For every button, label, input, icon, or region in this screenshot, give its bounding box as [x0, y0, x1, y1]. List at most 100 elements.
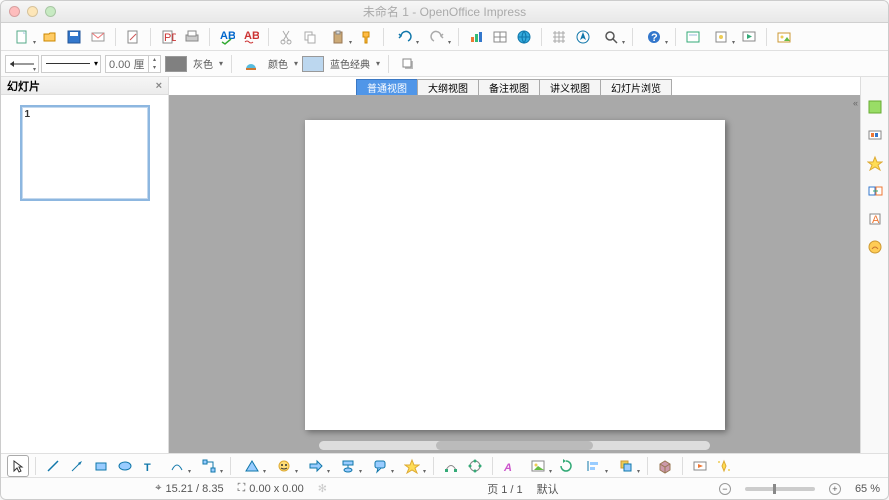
view-tabs: 普通视图 大纲视图 备注视图 讲义视图 幻灯片浏览 — [169, 77, 860, 95]
svg-text:A: A — [872, 214, 880, 226]
close-window-button[interactable] — [9, 6, 20, 17]
tab-slide-sorter[interactable]: 幻灯片浏览 — [600, 79, 672, 95]
curve-tool-button[interactable]: ▾ — [162, 455, 192, 477]
edit-file-button[interactable] — [122, 26, 144, 48]
insert-chart-button[interactable] — [465, 26, 487, 48]
undo-button[interactable]: ▾ — [390, 26, 420, 48]
callout-shapes-button[interactable]: ▾ — [365, 455, 395, 477]
close-slide-panel-button[interactable]: × — [156, 80, 162, 92]
slide-design-button[interactable]: ▾ — [706, 26, 736, 48]
connector-tool-button[interactable]: ▾ — [194, 455, 224, 477]
show-grid-button[interactable] — [548, 26, 570, 48]
line-color-label: 灰色 — [191, 56, 215, 71]
print-preview-button[interactable] — [181, 26, 203, 48]
open-document-button[interactable] — [39, 26, 61, 48]
svg-text:T: T — [144, 462, 151, 474]
extrusion-button[interactable] — [654, 455, 676, 477]
object-size-value: 0.00 x 0.00 — [249, 483, 303, 495]
slide-canvas[interactable] — [305, 120, 725, 430]
slide-thumbnail[interactable]: 1 — [20, 105, 150, 201]
line-color-button[interactable] — [165, 53, 187, 75]
properties-pane-button[interactable] — [865, 97, 885, 117]
styles-pane-button[interactable]: A — [865, 209, 885, 229]
shadow-button[interactable] — [397, 53, 419, 75]
tab-notes-view[interactable]: 备注视图 — [478, 79, 540, 95]
email-document-button[interactable] — [87, 26, 109, 48]
window-title: 未命名 1 - OpenOffice Impress — [1, 3, 888, 20]
minimize-window-button[interactable] — [27, 6, 38, 17]
redo-button[interactable]: ▾ — [422, 26, 452, 48]
alignment-button[interactable]: ▾ — [579, 455, 609, 477]
select-tool-button[interactable] — [7, 455, 29, 477]
horizontal-scrollbar[interactable] — [319, 441, 710, 450]
line-width-input[interactable]: 0.00 厘▴▾ — [105, 55, 161, 73]
basic-shapes-button[interactable]: ▾ — [237, 455, 267, 477]
fill-color-button[interactable] — [302, 53, 324, 75]
fontwork-button[interactable]: A — [499, 455, 521, 477]
area-style-button[interactable] — [240, 53, 262, 75]
cut-button[interactable] — [275, 26, 297, 48]
page-info: 页 1 / 1 — [487, 481, 522, 497]
zoom-value[interactable]: 65 % — [855, 483, 880, 495]
new-document-button[interactable]: ▾ — [7, 26, 37, 48]
insert-picture-button[interactable]: ▾ — [523, 455, 553, 477]
titlebar: 未命名 1 - OpenOffice Impress — [1, 1, 888, 23]
slide-panel: 幻灯片 × 1 — [1, 77, 169, 453]
tab-normal-view[interactable]: 普通视图 — [356, 79, 418, 95]
arrange-button[interactable]: ▾ — [611, 455, 641, 477]
collapse-tabs-icon[interactable]: « — [853, 98, 858, 108]
zoom-button[interactable]: ▾ — [596, 26, 626, 48]
copy-button[interactable] — [299, 26, 321, 48]
content-area: 幻灯片 × 1 普通视图 大纲视图 备注视图 讲义视图 幻灯片浏览 « — [1, 77, 888, 453]
interaction-button[interactable] — [689, 455, 711, 477]
tab-outline-view[interactable]: 大纲视图 — [417, 79, 479, 95]
help-button[interactable]: ?▾ — [639, 26, 669, 48]
master-pages-pane-button[interactable] — [865, 125, 885, 145]
custom-animation-pane-button[interactable] — [865, 153, 885, 173]
insert-hyperlink-button[interactable] — [513, 26, 535, 48]
slide-canvas-viewport[interactable]: « — [169, 95, 860, 453]
status-bar: ⌖ 15.21 / 8.35 ⛶ 0.00 x 0.00 ✻ 页 1 / 1 默… — [1, 477, 888, 499]
line-width-value: 0.00 厘 — [109, 56, 144, 72]
functions-pane-button[interactable] — [865, 237, 885, 257]
symbol-shapes-button[interactable]: ▾ — [269, 455, 299, 477]
line-tool-button[interactable] — [42, 455, 64, 477]
flowchart-shapes-button[interactable]: ▾ — [333, 455, 363, 477]
edit-points-button[interactable] — [440, 455, 462, 477]
arrow-style-button[interactable]: ▾ — [7, 53, 37, 75]
ellipse-tool-button[interactable] — [114, 455, 136, 477]
line-style-select[interactable]: ▾ — [41, 55, 101, 73]
navigator-button[interactable] — [572, 26, 594, 48]
rectangle-tool-button[interactable] — [90, 455, 112, 477]
fill-color-swatch — [302, 56, 324, 72]
zoom-slider-knob[interactable] — [773, 484, 776, 494]
slide-thumbnail-list[interactable]: 1 — [1, 95, 168, 453]
start-slideshow-button[interactable] — [738, 26, 760, 48]
svg-text:PDF: PDF — [164, 32, 176, 44]
arrow-tool-button[interactable] — [66, 455, 88, 477]
zoom-out-button[interactable]: − — [719, 483, 731, 495]
spellcheck-button[interactable]: ABC — [216, 26, 238, 48]
auto-spellcheck-button[interactable]: ABC — [240, 26, 262, 48]
block-arrows-button[interactable]: ▾ — [301, 455, 331, 477]
scrollbar-thumb[interactable] — [436, 441, 592, 450]
slide-layout-button[interactable] — [682, 26, 704, 48]
animation-effect-button[interactable] — [713, 455, 735, 477]
format-paintbrush-button[interactable] — [355, 26, 377, 48]
rotate-button[interactable] — [555, 455, 577, 477]
slide-transition-pane-button[interactable] — [865, 181, 885, 201]
insert-table-button[interactable] — [489, 26, 511, 48]
zoom-slider[interactable] — [745, 487, 815, 491]
gallery-button[interactable] — [773, 26, 795, 48]
glue-points-button[interactable] — [464, 455, 486, 477]
cursor-position: ⌖ 15.21 / 8.35 — [155, 482, 223, 495]
text-tool-button[interactable]: T — [138, 455, 160, 477]
tab-handout-view[interactable]: 讲义视图 — [539, 79, 601, 95]
svg-text:A: A — [503, 462, 512, 474]
export-pdf-button[interactable]: PDF — [157, 26, 179, 48]
save-document-button[interactable] — [63, 26, 85, 48]
star-shapes-button[interactable]: ▾ — [397, 455, 427, 477]
zoom-in-button[interactable]: + — [829, 483, 841, 495]
zoom-window-button[interactable] — [45, 6, 56, 17]
paste-button[interactable]: ▾ — [323, 26, 353, 48]
